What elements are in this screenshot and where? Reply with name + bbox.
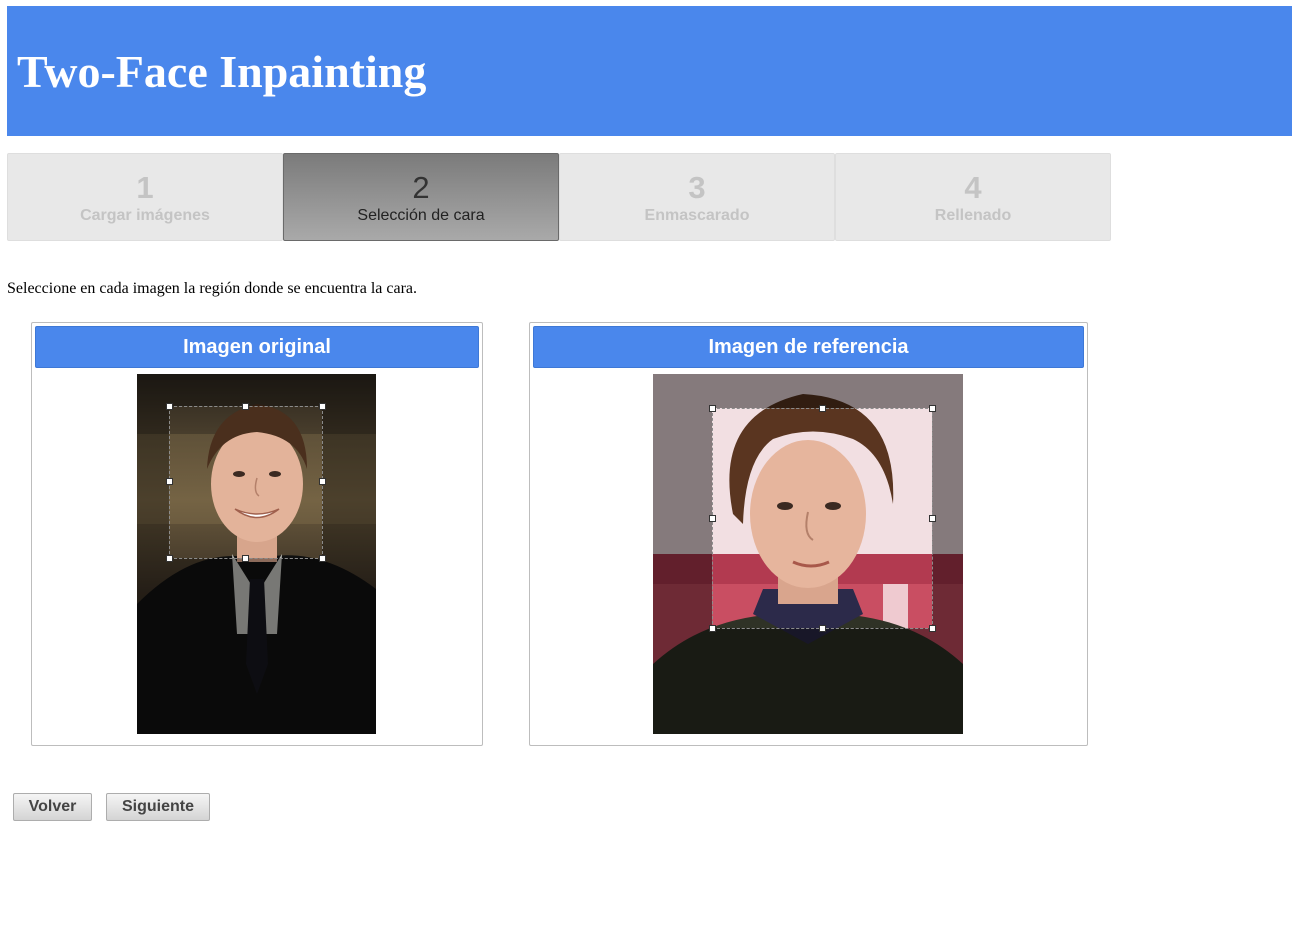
reference-image-panel: Imagen de referencia: [529, 322, 1088, 746]
face-crop-box[interactable]: [166, 403, 326, 562]
crop-handle-e[interactable]: [319, 478, 326, 485]
step-4-filling[interactable]: 4 Rellenado: [835, 153, 1111, 241]
app-title: Two-Face Inpainting: [17, 46, 427, 97]
step-2-face-selection[interactable]: 2 Selección de cara: [283, 153, 559, 241]
step-label: Enmascarado: [644, 207, 750, 224]
crop-handle-sw[interactable]: [709, 625, 716, 632]
step-number: 2: [412, 170, 430, 205]
crop-handle-s[interactable]: [819, 625, 826, 632]
crop-handle-se[interactable]: [929, 625, 936, 632]
step-3-masking[interactable]: 3 Enmascarado: [559, 153, 835, 241]
crop-handle-n[interactable]: [242, 403, 249, 410]
reference-photo: [653, 374, 963, 734]
crop-handle-se[interactable]: [319, 555, 326, 562]
step-label: Rellenado: [934, 207, 1012, 224]
step-number: 1: [136, 170, 154, 205]
crop-handle-ne[interactable]: [319, 403, 326, 410]
crop-handle-nw[interactable]: [709, 405, 716, 412]
step-1-load-images[interactable]: 1 Cargar imágenes: [7, 153, 283, 241]
original-image-title: Imagen original: [35, 326, 479, 368]
next-button[interactable]: Siguiente: [106, 793, 210, 821]
step-number: 4: [964, 170, 982, 205]
crop-handle-sw[interactable]: [166, 555, 173, 562]
original-image-panel: Imagen original: [31, 322, 483, 746]
crop-handle-n[interactable]: [819, 405, 826, 412]
back-button[interactable]: Volver: [13, 793, 92, 821]
reference-image-title: Imagen de referencia: [533, 326, 1084, 368]
crop-handle-ne[interactable]: [929, 405, 936, 412]
instructions-text: Seleccione en cada imagen la región dond…: [7, 280, 418, 297]
step-number: 3: [688, 170, 706, 205]
original-photo: [137, 374, 376, 734]
step-wizard: 1 Cargar imágenes 2 Selección de cara 3 …: [7, 153, 1112, 242]
step-label: Selección de cara: [357, 207, 485, 224]
crop-handle-w[interactable]: [709, 515, 716, 522]
face-crop-box[interactable]: [709, 405, 936, 632]
crop-handle-s[interactable]: [242, 555, 249, 562]
app-header: Two-Face Inpainting: [7, 6, 1292, 136]
crop-handle-nw[interactable]: [166, 403, 173, 410]
crop-handle-e[interactable]: [929, 515, 936, 522]
crop-handle-w[interactable]: [166, 478, 173, 485]
step-label: Cargar imágenes: [80, 207, 210, 224]
